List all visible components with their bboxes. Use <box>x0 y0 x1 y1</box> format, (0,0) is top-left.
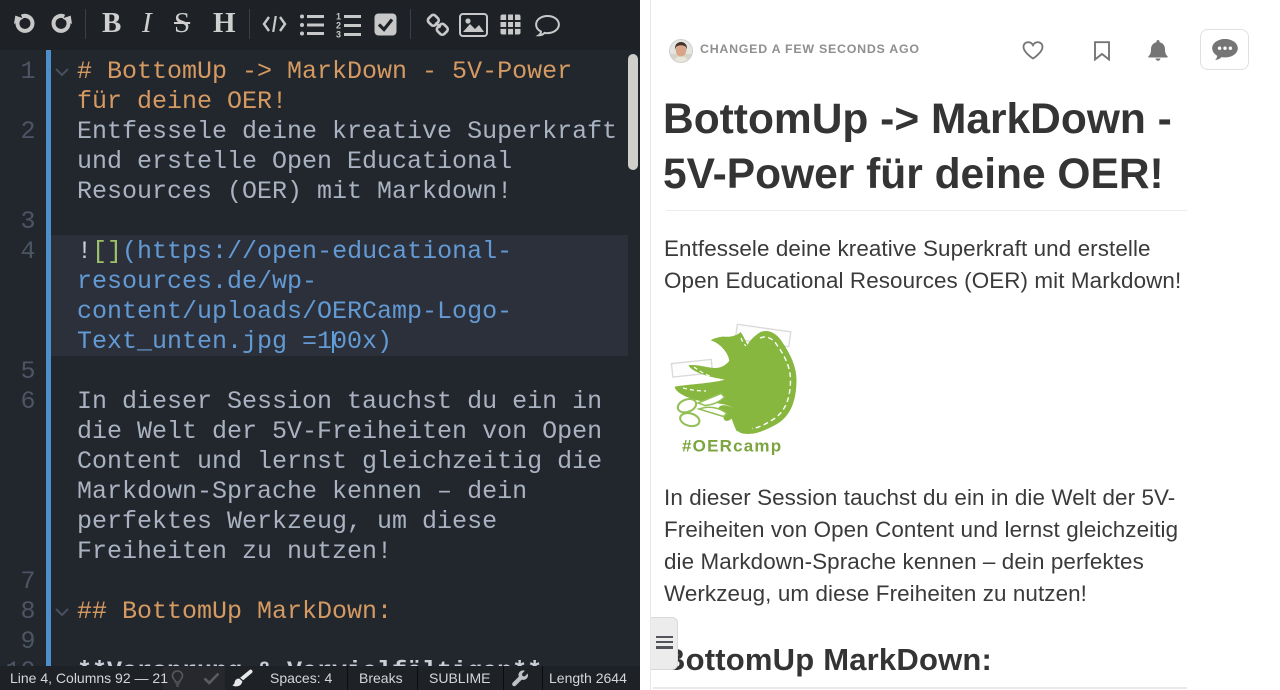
svg-text:3: 3 <box>336 30 341 39</box>
svg-text:#OERcamp: #OERcamp <box>682 437 782 456</box>
